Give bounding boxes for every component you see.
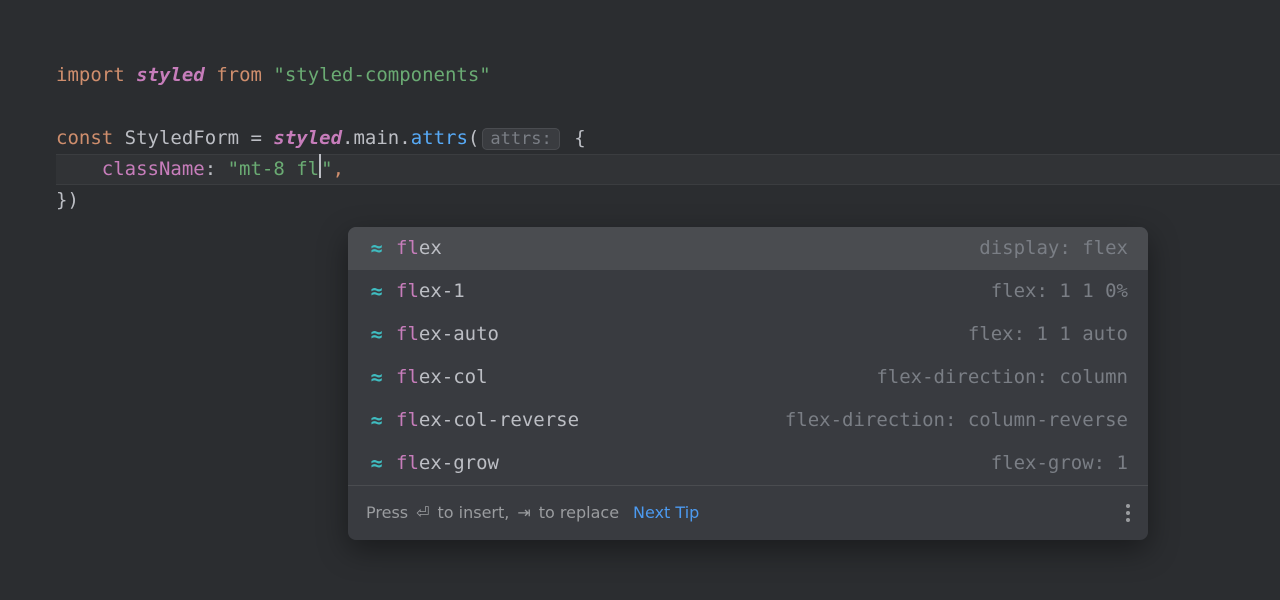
code-line-1: import styled from "styled-components" [56, 60, 1280, 91]
keyword-from: from [216, 64, 262, 86]
autocomplete-label: flex-auto [396, 319, 499, 350]
keyword-const: const [56, 127, 113, 149]
autocomplete-desc: flex: 1 1 0% [991, 276, 1128, 307]
autocomplete-item[interactable]: ≈ flex-1 flex: 1 1 0% [348, 270, 1148, 313]
method-attrs: attrs [411, 127, 468, 149]
autocomplete-label: flex-grow [396, 448, 499, 479]
autocomplete-item[interactable]: ≈ flex-auto flex: 1 1 auto [348, 313, 1148, 356]
code-line-4: className: "mt-8 fl", [56, 154, 1280, 185]
more-options-icon[interactable] [1126, 504, 1130, 522]
code-line-5: }) [56, 185, 1280, 216]
next-tip-link[interactable]: Next Tip [633, 500, 699, 526]
autocomplete-desc: flex-direction: column-reverse [785, 405, 1128, 436]
property-classname: className [102, 158, 205, 180]
code-line-3: const StyledForm = styled.main.attrs(att… [56, 123, 1280, 154]
autocomplete-popup[interactable]: ≈ flex display: flex ≈ flex-1 flex: 1 1 … [348, 227, 1148, 540]
object-styled: styled [273, 127, 342, 149]
autocomplete-item[interactable]: ≈ flex-grow flex-grow: 1 [348, 442, 1148, 485]
autocomplete-item[interactable]: ≈ flex-col-reverse flex-direction: colum… [348, 399, 1148, 442]
autocomplete-desc: flex-direction: column [876, 362, 1128, 393]
tailwind-icon: ≈ [362, 404, 386, 437]
tab-key-icon: ⇥ [517, 500, 530, 526]
autocomplete-desc: flex: 1 1 auto [968, 319, 1128, 350]
tailwind-icon: ≈ [362, 447, 386, 480]
string-module: "styled-components" [273, 64, 490, 86]
string-classname-value: "mt-8 fl [228, 158, 320, 180]
import-styled: styled [136, 64, 205, 86]
tailwind-icon: ≈ [362, 275, 386, 308]
enter-key-icon: ⏎ [416, 500, 429, 526]
tailwind-icon: ≈ [362, 318, 386, 351]
footer-replace-text: to replace [539, 500, 619, 526]
autocomplete-label: flex-col-reverse [396, 405, 579, 436]
code-editor[interactable]: import styled from "styled-components" c… [0, 0, 1280, 217]
property-main: main [353, 127, 399, 149]
keyword-import: import [56, 64, 125, 86]
autocomplete-label: flex-col [396, 362, 488, 393]
footer-insert-text: to insert, [438, 500, 510, 526]
footer-press-text: Press [366, 500, 408, 526]
autocomplete-desc: display: flex [979, 233, 1128, 264]
autocomplete-footer: Press ⏎ to insert, ⇥ to replace Next Tip [348, 485, 1148, 540]
parameter-hint: attrs: [482, 128, 559, 150]
autocomplete-label: flex [396, 233, 442, 264]
tailwind-icon: ≈ [362, 361, 386, 394]
autocomplete-item[interactable]: ≈ flex display: flex [348, 227, 1148, 270]
tailwind-icon: ≈ [362, 232, 386, 265]
autocomplete-label: flex-1 [396, 276, 465, 307]
autocomplete-item[interactable]: ≈ flex-col flex-direction: column [348, 356, 1148, 399]
autocomplete-desc: flex-grow: 1 [991, 448, 1128, 479]
identifier-styledform: StyledForm [125, 127, 239, 149]
code-line-blank [56, 91, 1280, 122]
